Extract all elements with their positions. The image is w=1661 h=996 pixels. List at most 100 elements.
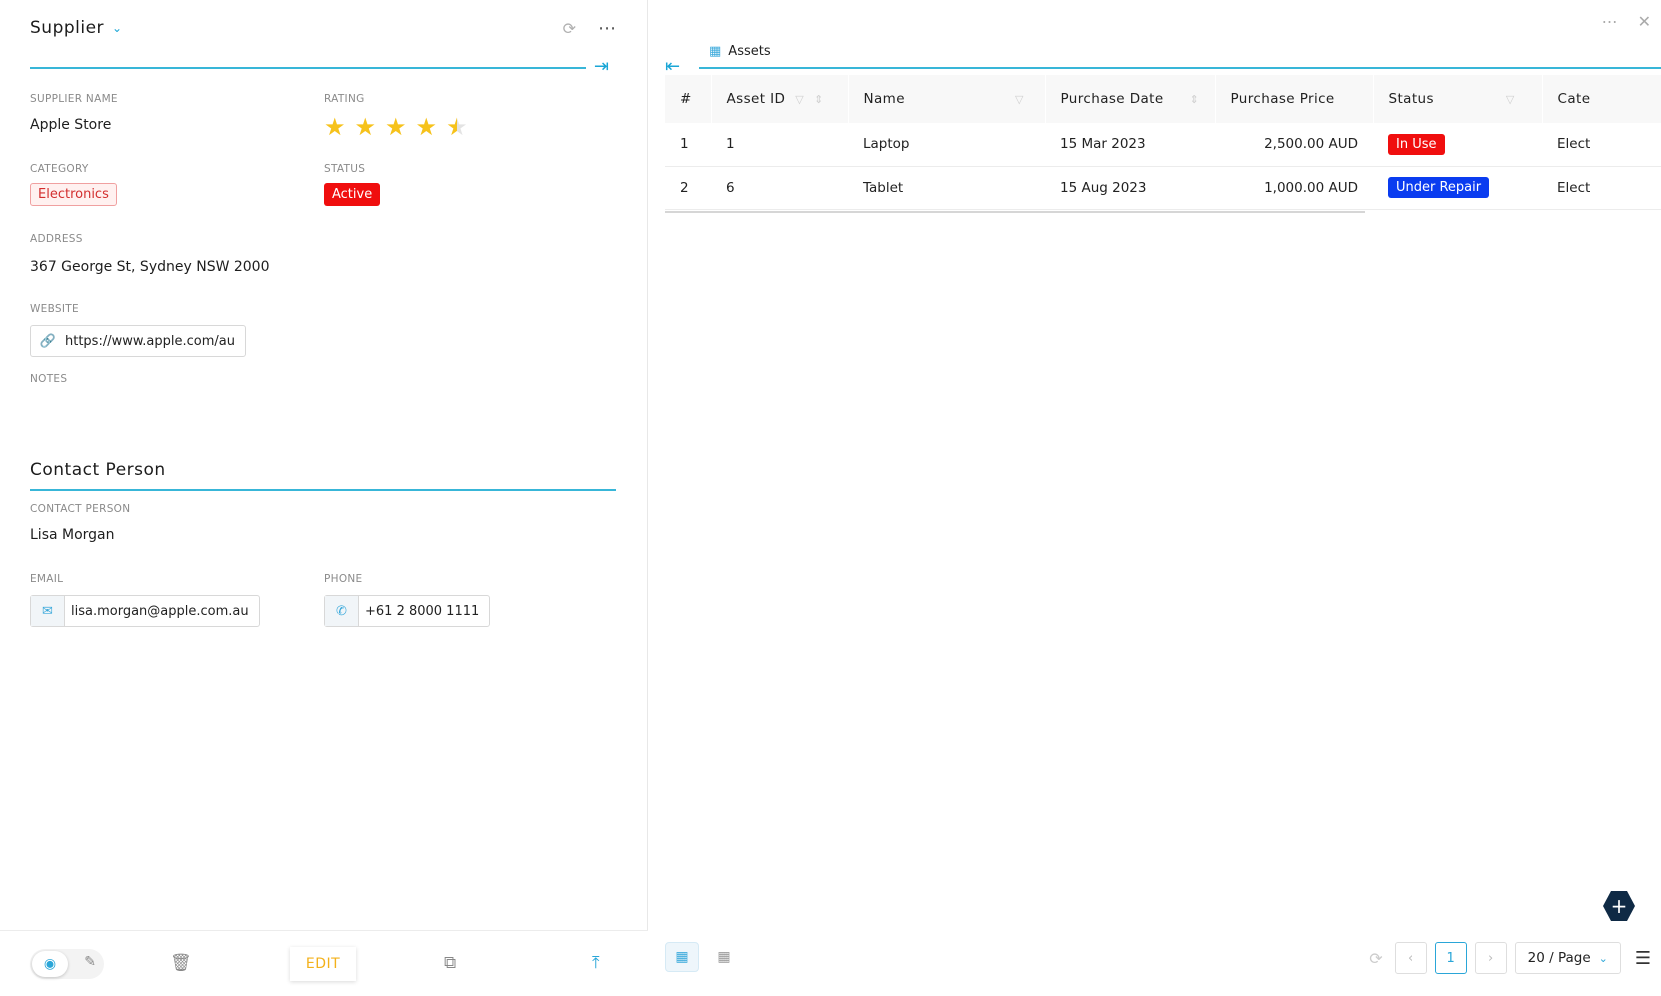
purchase-date-cell: 15 Aug 2023 <box>1045 166 1215 210</box>
address-value: 367 George St, Sydney NSW 2000 <box>30 259 270 275</box>
website-label: WEBSITE <box>30 303 79 315</box>
purchase-date-cell: 15 Mar 2023 <box>1045 123 1215 167</box>
eye-icon[interactable]: ◉ <box>32 951 68 977</box>
column-header[interactable]: Name ▽ <box>848 75 1046 123</box>
notes-label: NOTES <box>30 373 68 385</box>
scroll-top-icon[interactable]: ⤒ <box>592 953 600 973</box>
star-icon[interactable]: ★ <box>324 115 346 139</box>
contact-person-field: CONTACT PERSON Lisa Morgan <box>30 503 130 543</box>
phone-value[interactable]: +61 2 8000 1111 <box>359 604 489 619</box>
contact-person-label: CONTACT PERSON <box>30 503 131 515</box>
close-icon[interactable]: ✕ <box>1638 12 1651 31</box>
tab-assets-label: Assets <box>728 44 771 59</box>
star-icon[interactable]: ★ <box>355 115 377 139</box>
notes-field: NOTES <box>30 373 67 385</box>
category-cell: Elect <box>1542 123 1661 167</box>
column-header[interactable]: Cate <box>1542 75 1661 123</box>
window-controls: ⋯ ✕ <box>1602 12 1651 31</box>
more-icon[interactable]: ⋯ <box>1602 12 1618 31</box>
filter-icon[interactable]: ▽ <box>1015 93 1024 106</box>
email-value[interactable]: lisa.morgan@apple.com.au <box>65 604 259 619</box>
row-index: 1 <box>665 123 711 167</box>
next-page-button[interactable]: › <box>1474 942 1507 974</box>
status-cell: In Use <box>1373 123 1542 167</box>
supplier-name-value: Apple Store <box>30 117 112 133</box>
asset-id-cell: 1 <box>711 123 848 167</box>
contact-section-title: Contact Person <box>30 460 166 480</box>
status-badge: Active <box>324 183 381 206</box>
filter-icon[interactable]: ▽ <box>795 93 804 106</box>
assets-table: # Asset ID ▽ ⇕ Name ▽ Purchase Date ⇕ Purcha… <box>665 75 1661 210</box>
status-badge: Under Repair <box>1388 177 1490 198</box>
status-badge: In Use <box>1388 133 1445 155</box>
chevron-down-icon: ⌄ <box>1598 951 1608 965</box>
add-button[interactable]: + <box>1603 890 1635 922</box>
tab-divider <box>699 67 1661 69</box>
address-field: ADDRESS 367 George St, Sydney NSW 2000 <box>30 233 270 275</box>
column-header[interactable]: Purchase Price <box>1215 75 1374 123</box>
page-number-button[interactable]: 1 <box>1434 942 1467 974</box>
page-size-select[interactable]: 20 / Page ⌄ <box>1514 942 1621 974</box>
purchase-price-cell: 2,500.00 AUD <box>1215 123 1373 167</box>
more-icon[interactable]: ⋯ <box>598 18 617 39</box>
panel-footer: ◉ ✎ 🗑 EDIT ⧉ ⤒ <box>0 930 648 996</box>
table-icon: ▦ <box>709 44 722 59</box>
email-field: EMAIL ✉ lisa.morgan@apple.com.au <box>30 573 260 627</box>
supplier-name-label: SUPPLIER NAME <box>30 93 118 105</box>
website-value[interactable]: https://www.apple.com/au <box>65 334 245 349</box>
trash-icon[interactable]: 🗑 <box>170 953 192 973</box>
collapse-right-icon[interactable]: ⇥ <box>594 56 609 77</box>
category-tag: Electronics <box>30 183 117 206</box>
category-label: CATEGORY <box>30 163 89 175</box>
phone-link[interactable]: ✆ +61 2 8000 1111 <box>324 595 491 627</box>
horizontal-scrollbar[interactable] <box>665 211 1365 213</box>
table-row[interactable]: 1 1 Laptop 15 Mar 2023 2,500.00 AUD In U… <box>665 123 1661 167</box>
panel-actions: ⟳ ⋯ <box>563 18 617 39</box>
grid-view-icon[interactable]: ▦ <box>707 942 741 972</box>
table-row[interactable]: 2 6 Tablet 15 Aug 2023 1,000.00 AUD Unde… <box>665 166 1661 210</box>
rating-stars[interactable]: ★ ★ ★ ★ ★ <box>324 115 468 139</box>
refresh-icon[interactable]: ⟳ <box>1369 949 1382 968</box>
address-label: ADDRESS <box>30 233 83 245</box>
sort-icon[interactable]: ⇕ <box>1190 93 1200 106</box>
prev-page-button[interactable]: ‹ <box>1394 942 1427 974</box>
asset-id-cell: 6 <box>711 166 848 210</box>
column-header[interactable]: Purchase Date ⇕ <box>1045 75 1216 123</box>
star-icon[interactable]: ★ <box>416 115 438 139</box>
table-view-icon[interactable]: ▦ <box>665 942 699 972</box>
page-size-value: 20 / Page <box>1527 950 1591 966</box>
refresh-icon[interactable]: ⟳ <box>563 19 576 38</box>
view-switcher: ▦ ▦ <box>665 942 741 972</box>
website-link[interactable]: 🔗 https://www.apple.com/au <box>30 325 246 357</box>
website-field: WEBSITE 🔗 https://www.apple.com/au <box>30 303 246 357</box>
rating-field: RATING ★ ★ ★ ★ ★ <box>324 93 468 139</box>
chevron-down-icon[interactable]: ⌄ <box>112 21 122 35</box>
view-edit-toggle[interactable]: ◉ ✎ <box>30 949 104 979</box>
tab-assets[interactable]: ▦ Assets <box>709 44 771 59</box>
column-header[interactable]: Asset ID ▽ ⇕ <box>711 75 849 123</box>
phone-field: PHONE ✆ +61 2 8000 1111 <box>324 573 491 627</box>
filter-icon[interactable]: ▽ <box>1506 93 1515 106</box>
name-cell: Tablet <box>848 166 1045 210</box>
column-header[interactable]: # <box>665 75 712 123</box>
contact-divider <box>30 489 616 491</box>
sort-icon[interactable]: ⇕ <box>814 93 824 106</box>
assets-panel: ⋯ ✕ ⇤ ▦ Assets # Asset ID ▽ ⇕ Name ▽ Purcha… <box>649 0 1661 996</box>
supplier-panel: Supplier ⌄ ⟳ ⋯ ⇥ SUPPLIER NAME Apple Sto… <box>0 0 648 996</box>
status-cell: Under Repair <box>1373 166 1542 210</box>
edit-button[interactable]: EDIT <box>290 947 356 981</box>
collapse-left-icon[interactable]: ⇤ <box>665 56 680 77</box>
copy-icon[interactable]: ⧉ <box>444 953 456 973</box>
edit-icon[interactable]: ✎ <box>84 954 96 970</box>
supplier-header[interactable]: Supplier ⌄ <box>30 18 122 38</box>
email-link[interactable]: ✉ lisa.morgan@apple.com.au <box>30 595 260 627</box>
email-label: EMAIL <box>30 573 64 585</box>
settings-sliders-icon[interactable]: ☰ <box>1635 948 1651 969</box>
star-icon[interactable]: ★ <box>385 115 407 139</box>
column-header[interactable]: Status ▽ <box>1373 75 1543 123</box>
header-divider <box>30 67 586 69</box>
phone-icon: ✆ <box>325 596 359 626</box>
status-label: STATUS <box>324 163 366 175</box>
name-cell: Laptop <box>848 123 1045 167</box>
star-half-icon[interactable]: ★ <box>446 115 468 139</box>
